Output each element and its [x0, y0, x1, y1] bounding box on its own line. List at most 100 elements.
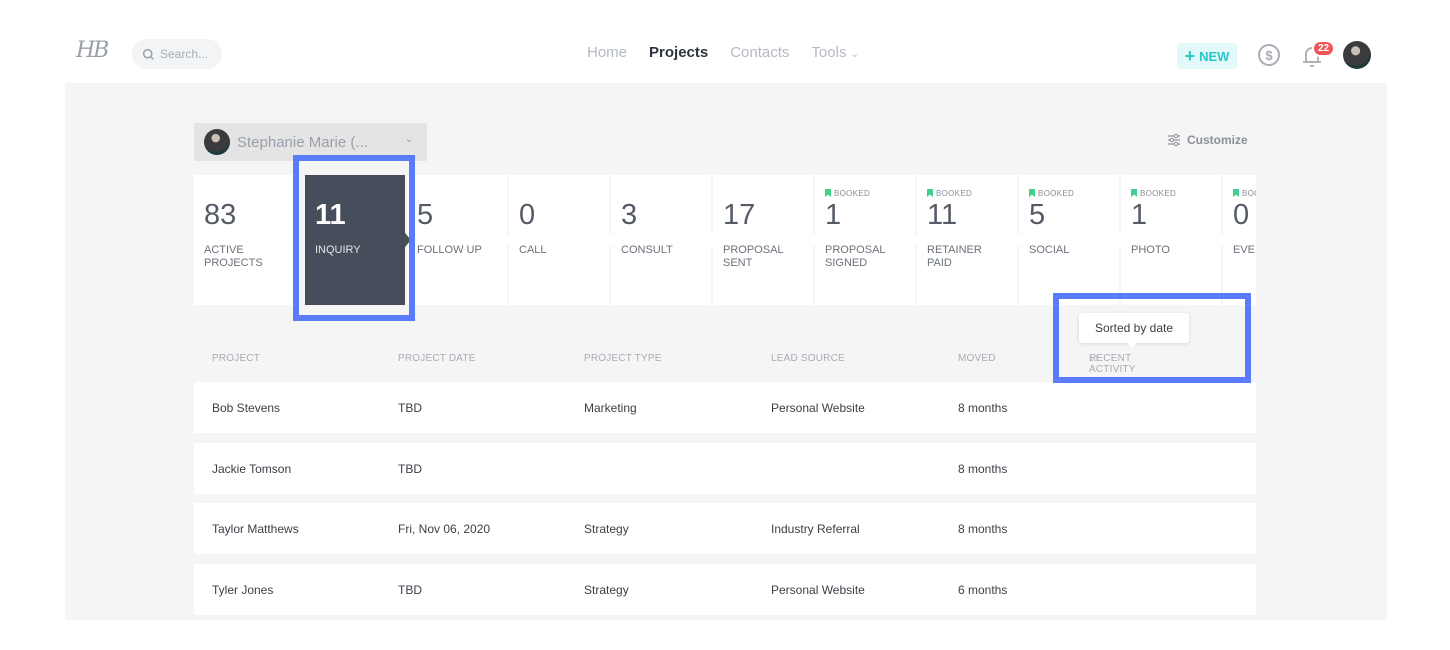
stage-label: PROPOSAL SENT	[723, 244, 784, 269]
bookmark-icon	[825, 189, 831, 197]
bookmark-icon	[1233, 189, 1239, 197]
booked-tag: BOOKED	[927, 188, 1007, 198]
booked-tag: BOOKED	[1029, 188, 1109, 198]
cell-project-type: Strategy	[584, 522, 629, 536]
bookmark-icon	[1131, 189, 1137, 197]
stage-count: 11	[927, 199, 958, 231]
booked-label: BOOKED	[936, 188, 973, 198]
cell-project-date: TBD	[398, 461, 422, 476]
cell-lead-source: Personal Website	[771, 401, 865, 415]
cell-moved: 8 months	[958, 522, 1008, 536]
stage-card[interactable]: BOOKED 11 RETAINER PAID	[917, 175, 1023, 305]
stage-arrow	[1017, 233, 1023, 247]
stage-count: 5	[417, 199, 434, 231]
booked-label: BOOKED	[1038, 188, 1075, 198]
cell-project-name: Bob Stevens	[212, 401, 281, 415]
stage-count: 0	[1233, 199, 1250, 231]
sort-tooltip: Sorted by date	[1079, 313, 1189, 348]
stage-card[interactable]: BOOKED0 EVE	[1223, 175, 1256, 305]
customize-label: Customize	[1187, 133, 1248, 147]
stage-label: CONSULT	[621, 244, 673, 256]
top-navigation-bar: HB Home Projects Contacts Tools⌄ + NEW $…	[0, 0, 1450, 83]
cell-project-type: Strategy	[584, 582, 629, 597]
stage-count: 83	[204, 199, 237, 231]
honeybook-logo[interactable]: HB	[76, 38, 109, 63]
cell-lead-source: Industry Referral	[771, 522, 860, 536]
booked-tag	[723, 188, 803, 198]
cell-project-type: Marketing	[584, 401, 637, 415]
stage-card[interactable]: 3 CONSULT	[611, 175, 717, 305]
customize-button[interactable]: Customize	[1167, 133, 1248, 147]
cell-project-name: Jackie Tomson	[212, 461, 292, 476]
notification-badge: 22	[1312, 40, 1336, 57]
column-header-moved[interactable]: MOVED	[958, 353, 996, 364]
table-row[interactable]: Bob Stevens TBD Marketing Personal Website 8…	[194, 382, 1256, 433]
column-header-lead-source[interactable]: LEAD SOURCE	[771, 353, 845, 364]
sliders-icon	[1168, 134, 1180, 146]
user-filter-label: Stephanie Marie (...	[237, 133, 368, 151]
stage-card[interactable]: 17 PROPOSAL SENT	[713, 175, 819, 305]
bookmark-icon	[1029, 189, 1035, 197]
stage-arrow	[711, 233, 717, 247]
nav-tools[interactable]: Tools ⌄	[811, 44, 858, 61]
stage-label: SOCIAL	[1029, 244, 1070, 256]
stage-card[interactable]: 0 CALL	[509, 175, 615, 305]
stage-card[interactable]: BOOKED 1 PROPOSAL SIGNED	[815, 175, 921, 305]
search-icon	[142, 48, 154, 60]
cell-project-date: TBD	[398, 582, 422, 597]
cell-project-date: Fri, Nov 06, 2020	[398, 522, 491, 536]
new-button-label: NEW	[1199, 48, 1230, 64]
nav-projects[interactable]: Projects	[649, 44, 708, 61]
bookmark-icon	[927, 189, 933, 197]
column-header-project-type[interactable]: PROJECT TYPE	[584, 353, 662, 364]
booked-tag: BOOKED	[1233, 188, 1256, 198]
cell-project-name: Tyler Jones	[212, 582, 274, 597]
search-input[interactable]	[160, 47, 220, 61]
stage-arrow	[507, 233, 513, 247]
cell-moved: 8 months	[958, 461, 1008, 476]
booked-tag	[621, 188, 701, 198]
new-button[interactable]: + NEW	[1177, 43, 1237, 69]
stage-count: 1	[825, 199, 842, 231]
stage-label: ACTIVE PROJECTS	[204, 244, 263, 269]
cell-moved: 8 months	[958, 401, 1008, 415]
stage-count: 0	[519, 199, 536, 231]
booked-tag	[204, 188, 284, 198]
nav-tools-label: Tools	[811, 44, 847, 61]
nav-contacts[interactable]: Contacts	[730, 44, 789, 61]
table-row[interactable]: Jackie Tomson TBD 8 months	[194, 442, 1256, 494]
table-row[interactable]: Taylor Matthews Fri, Nov 06, 2020 Strategy…	[194, 503, 1256, 554]
stage-arrow	[609, 233, 615, 247]
nav-home[interactable]: Home	[587, 44, 627, 61]
booked-label: BOOKED	[1242, 188, 1256, 198]
stage-card[interactable]: 5 FOLLOW UP	[407, 175, 513, 305]
column-header-project[interactable]: PROJECT	[212, 353, 260, 364]
booked-tag	[519, 188, 599, 198]
stage-count: 5	[1029, 199, 1046, 231]
stage-card[interactable]: BOOKED 5 SOCIAL	[1019, 175, 1125, 305]
user-avatar[interactable]	[1343, 41, 1371, 69]
stage-card[interactable]: 83 ACTIVE PROJECTS	[194, 175, 300, 305]
stage-label: EVE	[1233, 244, 1256, 256]
plus-icon: +	[1184, 46, 1196, 66]
table-row[interactable]: Tyler Jones TBD Strategy Personal Website 6 …	[194, 563, 1256, 615]
chevron-down-icon: ⌄	[404, 134, 413, 145]
project-table: Bob Stevens TBD Marketing Personal Website 8…	[194, 382, 1256, 624]
booked-tag: BOOKED	[1131, 188, 1211, 198]
booked-tag	[417, 188, 497, 198]
booked-label: BOOKED	[834, 188, 871, 198]
stage-count: 3	[621, 199, 638, 231]
stage-label: RETAINER PAID	[927, 244, 982, 269]
dollar-icon[interactable]: $	[1258, 44, 1280, 66]
search-box[interactable]	[132, 39, 222, 69]
stage-label: FOLLOW UP	[417, 244, 482, 256]
stage-label: CALL	[519, 244, 547, 256]
stage-arrow	[813, 233, 819, 247]
stage-count: 17	[723, 199, 756, 231]
chevron-down-icon: ⌄	[850, 49, 859, 60]
stage-card[interactable]: BOOKED 1 PHOTO	[1121, 175, 1227, 305]
column-header-project-date[interactable]: PROJECT DATE	[398, 353, 476, 364]
cell-project-name: Taylor Matthews	[212, 522, 299, 536]
stage-label: PROPOSAL SIGNED	[825, 244, 886, 269]
booked-label: BOOKED	[1140, 188, 1177, 198]
